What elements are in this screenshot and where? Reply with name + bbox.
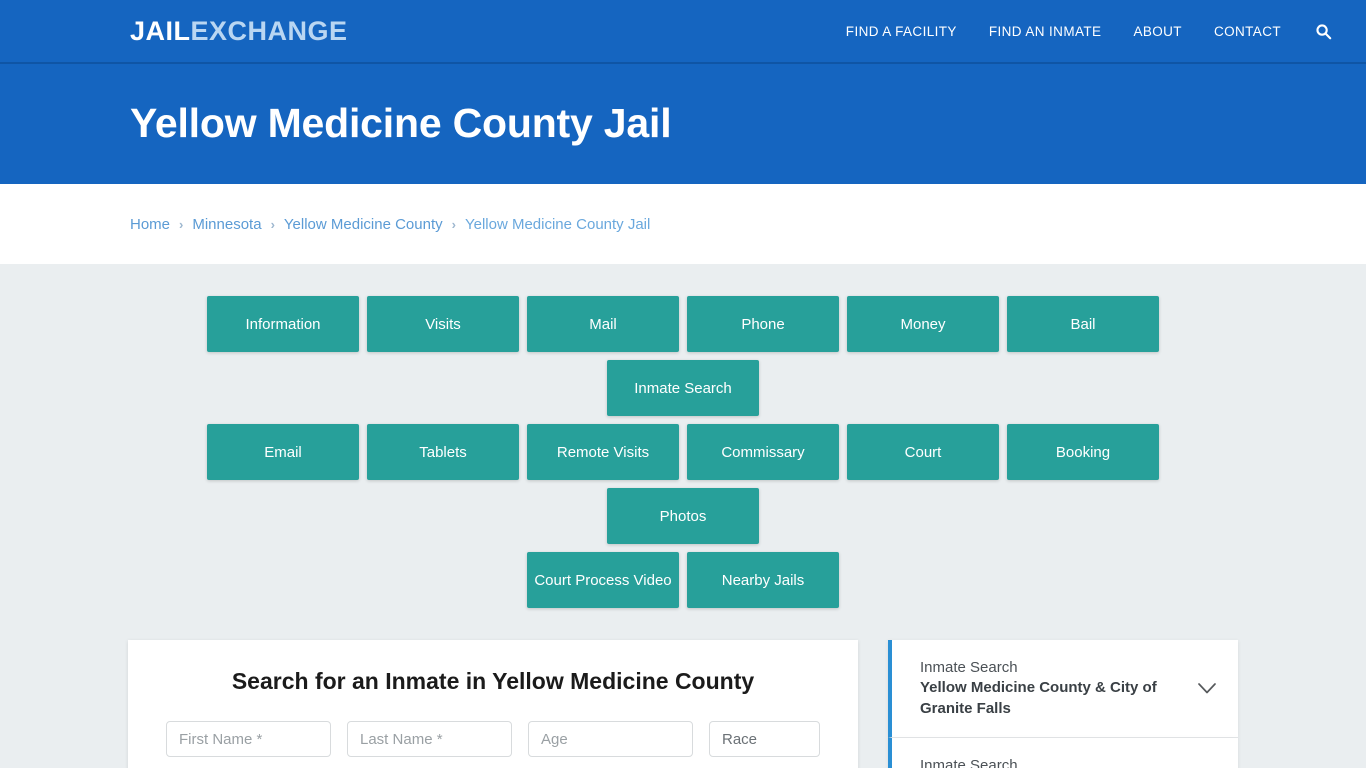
chevron-right-icon: › — [270, 216, 275, 232]
tab-mail[interactable]: Mail — [527, 296, 679, 352]
content-wrapper: Search for an Inmate in Yellow Medicine … — [128, 640, 1238, 768]
nav-about[interactable]: ABOUT — [1117, 14, 1198, 49]
nav-contact[interactable]: CONTACT — [1198, 14, 1297, 49]
tab-nearby-jails[interactable]: Nearby Jails — [687, 552, 839, 608]
accordion-item-line2: Yellow Medicine County & City of Granite… — [920, 679, 1157, 717]
sidebar-accordion: Inmate Search Yellow Medicine County & C… — [888, 640, 1238, 768]
tab-information[interactable]: Information — [207, 296, 359, 352]
nav-find-a-facility[interactable]: FIND A FACILITY — [830, 14, 973, 49]
main-column: Search for an Inmate in Yellow Medicine … — [128, 640, 858, 768]
chevron-right-icon: › — [179, 216, 184, 232]
logo-text-jail: JAIL — [130, 15, 191, 46]
tab-photos[interactable]: Photos — [607, 488, 759, 544]
accordion-item-inmate-search-county[interactable]: Inmate Search Yellow Medicine County & C… — [888, 640, 1238, 738]
accordion-item-inmate-search-state[interactable]: Inmate Search State of Minnesota and Fed… — [888, 737, 1238, 768]
nav-find-an-inmate[interactable]: FIND AN INMATE — [973, 14, 1118, 49]
breadcrumb-item-county[interactable]: Yellow Medicine County — [284, 216, 443, 233]
section-tabs-row-3: Court Process Video Nearby Jails — [0, 552, 1366, 608]
section-tabs-row-2: Email Tablets Remote Visits Commissary C… — [135, 424, 1231, 544]
first-name-input[interactable] — [166, 721, 331, 757]
tab-booking[interactable]: Booking — [1007, 424, 1159, 480]
accordion-item-line1: Inmate Search — [920, 756, 1018, 768]
site-logo[interactable]: JAILEXCHANGE — [130, 15, 348, 46]
tab-remote-visits[interactable]: Remote Visits — [527, 424, 679, 480]
search-icon[interactable] — [1297, 13, 1346, 50]
race-select[interactable]: Race — [709, 721, 820, 757]
page-title: Yellow Medicine County Jail — [130, 100, 672, 147]
page-body: Information Visits Mail Phone Money Bail… — [0, 264, 1366, 768]
tab-court-process-video[interactable]: Court Process Video — [527, 552, 679, 608]
tab-tablets[interactable]: Tablets — [367, 424, 519, 480]
inmate-search-form: Race — [148, 721, 838, 757]
tab-email[interactable]: Email — [207, 424, 359, 480]
breadcrumb-item-current[interactable]: Yellow Medicine County Jail — [465, 216, 650, 233]
tab-court[interactable]: Court — [847, 424, 999, 480]
last-name-input[interactable] — [347, 721, 512, 757]
accordion-item-line1: Inmate Search — [920, 659, 1018, 676]
breadcrumb: Home › Minnesota › Yellow Medicine Count… — [130, 216, 650, 233]
tab-inmate-search[interactable]: Inmate Search — [607, 360, 759, 416]
breadcrumb-bar: Home › Minnesota › Yellow Medicine Count… — [0, 184, 1366, 264]
inmate-search-card: Search for an Inmate in Yellow Medicine … — [128, 640, 858, 768]
accordion-item-text: Inmate Search Yellow Medicine County & C… — [920, 658, 1196, 719]
section-tabs-row-1: Information Visits Mail Phone Money Bail… — [135, 296, 1231, 416]
chevron-down-icon[interactable] — [1196, 683, 1218, 694]
breadcrumb-item-home[interactable]: Home — [130, 216, 170, 233]
logo-text-exchange: EXCHANGE — [190, 15, 348, 46]
chevron-right-icon: › — [451, 216, 456, 232]
tab-visits[interactable]: Visits — [367, 296, 519, 352]
top-navigation-bar: JAILEXCHANGE FIND A FACILITY FIND AN INM… — [0, 0, 1366, 64]
age-input[interactable] — [528, 721, 693, 757]
inmate-search-title: Search for an Inmate in Yellow Medicine … — [231, 668, 755, 694]
content-columns: Search for an Inmate in Yellow Medicine … — [128, 640, 1238, 768]
tab-phone[interactable]: Phone — [687, 296, 839, 352]
tab-commissary[interactable]: Commissary — [687, 424, 839, 480]
tab-bail[interactable]: Bail — [1007, 296, 1159, 352]
tab-money[interactable]: Money — [847, 296, 999, 352]
accordion-item-text: Inmate Search State of Minnesota and Fed… — [920, 756, 1196, 768]
page-banner: Yellow Medicine County Jail — [0, 64, 1366, 184]
breadcrumb-item-minnesota[interactable]: Minnesota — [192, 216, 261, 233]
main-nav: FIND A FACILITY FIND AN INMATE ABOUT CON… — [830, 13, 1346, 50]
